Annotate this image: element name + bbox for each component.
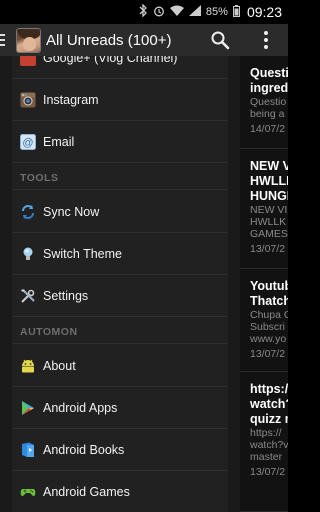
drawer-item-label: Android Games: [43, 485, 130, 499]
drawer-item-label: Android Books: [43, 443, 125, 457]
article-title: Questio: [250, 66, 288, 80]
article-title: NEW VI: [250, 159, 288, 173]
drawer-item-label: Email: [43, 135, 75, 149]
email-icon: @: [19, 133, 37, 151]
tools-icon: [19, 287, 37, 305]
article-snippet: www.yo: [250, 333, 287, 345]
drawer-item-sync-now[interactable]: Sync Now: [12, 192, 228, 233]
article-date: 13/07/2: [250, 348, 286, 360]
article-title: HWLLK: [250, 174, 288, 188]
instagram-icon: [19, 91, 37, 109]
drawer-edge: [0, 56, 12, 512]
drawer-item-label: Sync Now: [43, 205, 100, 219]
page-title: All Unreads (100+): [46, 31, 172, 49]
drawer-item-label: About: [43, 359, 76, 373]
battery-icon: [232, 4, 240, 20]
drawer-item-android-apps[interactable]: Android Apps: [12, 388, 228, 429]
article-title: quizz n: [250, 412, 288, 426]
article-title: https:/: [250, 382, 288, 396]
play-books-icon: [19, 441, 37, 459]
article-snippet: NEW VI: [250, 204, 288, 216]
battery-percent: 85%: [205, 6, 228, 18]
article-date: 13/07/2: [250, 466, 286, 478]
article-title: Thatch: [250, 294, 288, 308]
article-title: Youtub: [250, 279, 288, 293]
article-snippet: Chupa C: [250, 309, 288, 321]
drawer-item-settings[interactable]: Settings: [12, 276, 228, 317]
article-item[interactable]: https:/ watch? quizz n https:// watch?v …: [240, 372, 288, 512]
article-snippet: Subscri: [250, 321, 286, 333]
article-snippet: master: [250, 451, 283, 463]
article-title: HUNGE: [250, 189, 288, 203]
drawer-item-switch-theme[interactable]: Switch Theme: [12, 234, 228, 275]
lightbulb-icon: [19, 245, 37, 263]
article-list: Questio ingredi Questio being a 14/07/2 …: [240, 56, 288, 512]
drawer-item-label: Settings: [43, 289, 89, 303]
drawer-item-android-games[interactable]: Android Games: [12, 472, 228, 512]
signal-icon: [188, 5, 201, 19]
status-bar: 85% 09:23: [0, 0, 288, 24]
drawer-header: All Unreads (100+): [0, 24, 240, 56]
section-header-automon: AUTOMON: [12, 320, 228, 344]
article-snippet: being a: [250, 108, 285, 120]
drawer-item-label: Android Apps: [43, 401, 118, 415]
drawer-edge: [228, 56, 240, 512]
play-store-icon: [19, 399, 37, 417]
article-item[interactable]: NEW VI HWLLK HUNGE NEW VI HWLLK GAMES 13…: [240, 149, 288, 269]
drawer-item-label: Google+ (Vlog Channel): [43, 56, 178, 65]
article-title: watch?: [250, 397, 288, 411]
svg-text:@: @: [22, 137, 33, 149]
drawer-toggle-icon[interactable]: [0, 24, 10, 56]
drawer-item-email[interactable]: @ Email: [12, 122, 228, 163]
drawer-item-label: Switch Theme: [43, 247, 122, 261]
google-plus-icon: [19, 56, 37, 67]
article-title: ingredi: [250, 81, 288, 95]
overflow-menu-icon[interactable]: [258, 30, 274, 50]
section-header-tools: TOOLS: [12, 166, 228, 190]
drawer-item-instagram[interactable]: Instagram: [12, 80, 228, 121]
avatar[interactable]: [16, 27, 41, 53]
article-date: 13/07/2: [250, 243, 286, 255]
navigation-drawer: Google+ (Vlog Channel) Instagram @ Email…: [12, 56, 228, 512]
article-snippet: GAMES: [250, 228, 288, 240]
search-icon[interactable]: [210, 30, 230, 50]
article-item[interactable]: Youtub Thatch Chupa C Subscri www.yo 13/…: [240, 269, 288, 372]
drawer-item-about[interactable]: About: [12, 346, 228, 387]
article-snippet: HWLLK: [250, 216, 287, 228]
article-date: 14/07/2: [250, 123, 286, 135]
clock: 09:23: [246, 4, 282, 20]
wifi-icon: [169, 5, 184, 19]
article-item[interactable]: Questio ingredi Questio being a 14/07/2: [240, 56, 288, 149]
drawer-item-google-plus[interactable]: Google+ (Vlog Channel): [12, 56, 228, 79]
alarm-icon: [153, 5, 165, 20]
drawer-item-label: Instagram: [43, 93, 99, 107]
article-snippet: Questio: [250, 96, 287, 108]
bluetooth-icon: [138, 3, 148, 20]
article-snippet: https://: [250, 427, 282, 439]
sync-icon: [19, 203, 37, 221]
gamepad-icon: [19, 483, 37, 501]
android-icon: [19, 357, 37, 375]
drawer-item-android-books[interactable]: Android Books: [12, 430, 228, 471]
article-snippet: watch?v: [250, 439, 288, 451]
